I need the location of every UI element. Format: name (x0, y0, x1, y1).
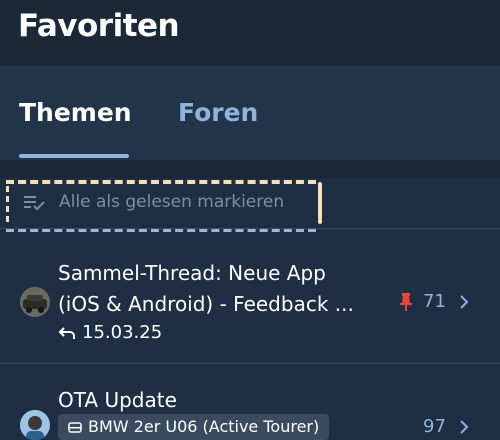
thread-title: OTA Update (58, 388, 177, 412)
top-bar: Favoriten (0, 0, 500, 66)
focus-outline-top (6, 180, 316, 184)
thread-date: 15.03.25 (82, 322, 163, 343)
section-divider (0, 160, 500, 178)
focus-outline-left (6, 186, 9, 222)
reply-count: 97 (423, 416, 446, 437)
reply-count: 71 (423, 291, 446, 312)
avatar (20, 410, 50, 440)
thread-title: Sammel-Thread: Neue App (58, 261, 326, 285)
mark-all-read-label: Alle als gelesen markieren (59, 192, 285, 212)
mark-all-read-button[interactable]: Alle als gelesen markieren (6, 180, 322, 232)
tab-foren[interactable]: Foren (178, 98, 258, 127)
forum-icon (68, 421, 82, 433)
avatar-car-photo-icon (20, 287, 50, 317)
thread-last-reply: 15.03.25 (58, 322, 162, 343)
active-tab-indicator (19, 154, 129, 158)
focus-outline-right (318, 182, 322, 224)
thread-title-line2: (iOS & Android) - Feedback ... (58, 292, 354, 316)
reply-icon (58, 327, 75, 339)
forum-chip[interactable]: BMW 2er U06 (Active Tourer) (58, 414, 330, 440)
avatar-person-icon (20, 410, 50, 440)
page-title: Favoriten (18, 8, 180, 44)
row-divider (0, 363, 500, 364)
mark-read-icon (24, 196, 45, 211)
row-divider (0, 228, 500, 229)
avatar (20, 287, 50, 317)
tab-themen[interactable]: Themen (19, 98, 132, 127)
chevron-right-icon (460, 420, 469, 434)
tab-bar: Themen Foren (0, 66, 500, 160)
pin-icon (400, 293, 412, 311)
forum-label: BMW 2er U06 (Active Tourer) (88, 417, 320, 436)
chevron-right-icon (460, 295, 469, 309)
